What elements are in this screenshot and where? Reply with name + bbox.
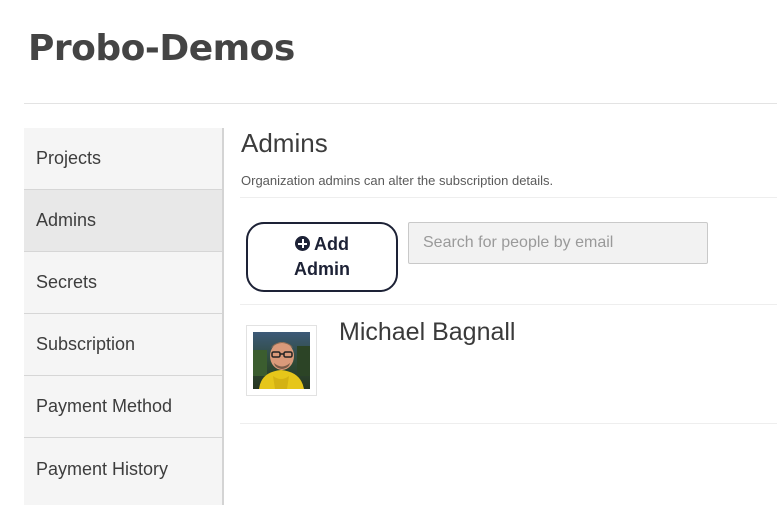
sidebar-item-label: Admins [36, 210, 97, 230]
sidebar-item-secrets[interactable]: Secrets [24, 252, 222, 314]
sidebar: Projects Admins Secrets Subscription Pay… [24, 128, 224, 505]
add-admin-label-line2: Admin [294, 259, 350, 279]
sidebar-item-label: Payment Method [36, 396, 173, 416]
list-divider [240, 423, 777, 424]
plus-circle-icon [295, 236, 310, 251]
sidebar-item-payment-history[interactable]: Payment History [24, 438, 222, 500]
sidebar-item-label: Projects [36, 148, 102, 168]
sidebar-item-label: Payment History [36, 458, 169, 479]
sidebar-item-payment-method[interactable]: Payment Method [24, 376, 222, 438]
header-divider [24, 103, 777, 104]
add-admin-button[interactable]: Add Admin [246, 222, 398, 292]
admin-name: Michael Bagnall [339, 318, 516, 346]
user-photo-icon [253, 332, 310, 389]
section-divider [240, 197, 777, 198]
sidebar-item-subscription[interactable]: Subscription [24, 314, 222, 376]
list-divider [240, 304, 777, 305]
page-description: Organization admins can alter the subscr… [241, 173, 554, 188]
add-admin-label-line1: Add [314, 234, 349, 254]
search-input[interactable] [408, 222, 708, 264]
avatar [246, 325, 317, 396]
org-title: Probo-Demos [28, 28, 295, 69]
page-title: Admins [241, 128, 328, 158]
sidebar-item-label: Secrets [36, 272, 98, 292]
sidebar-item-projects[interactable]: Projects [24, 128, 222, 190]
sidebar-item-admins[interactable]: Admins [24, 190, 222, 252]
sidebar-item-label: Subscription [36, 334, 136, 354]
